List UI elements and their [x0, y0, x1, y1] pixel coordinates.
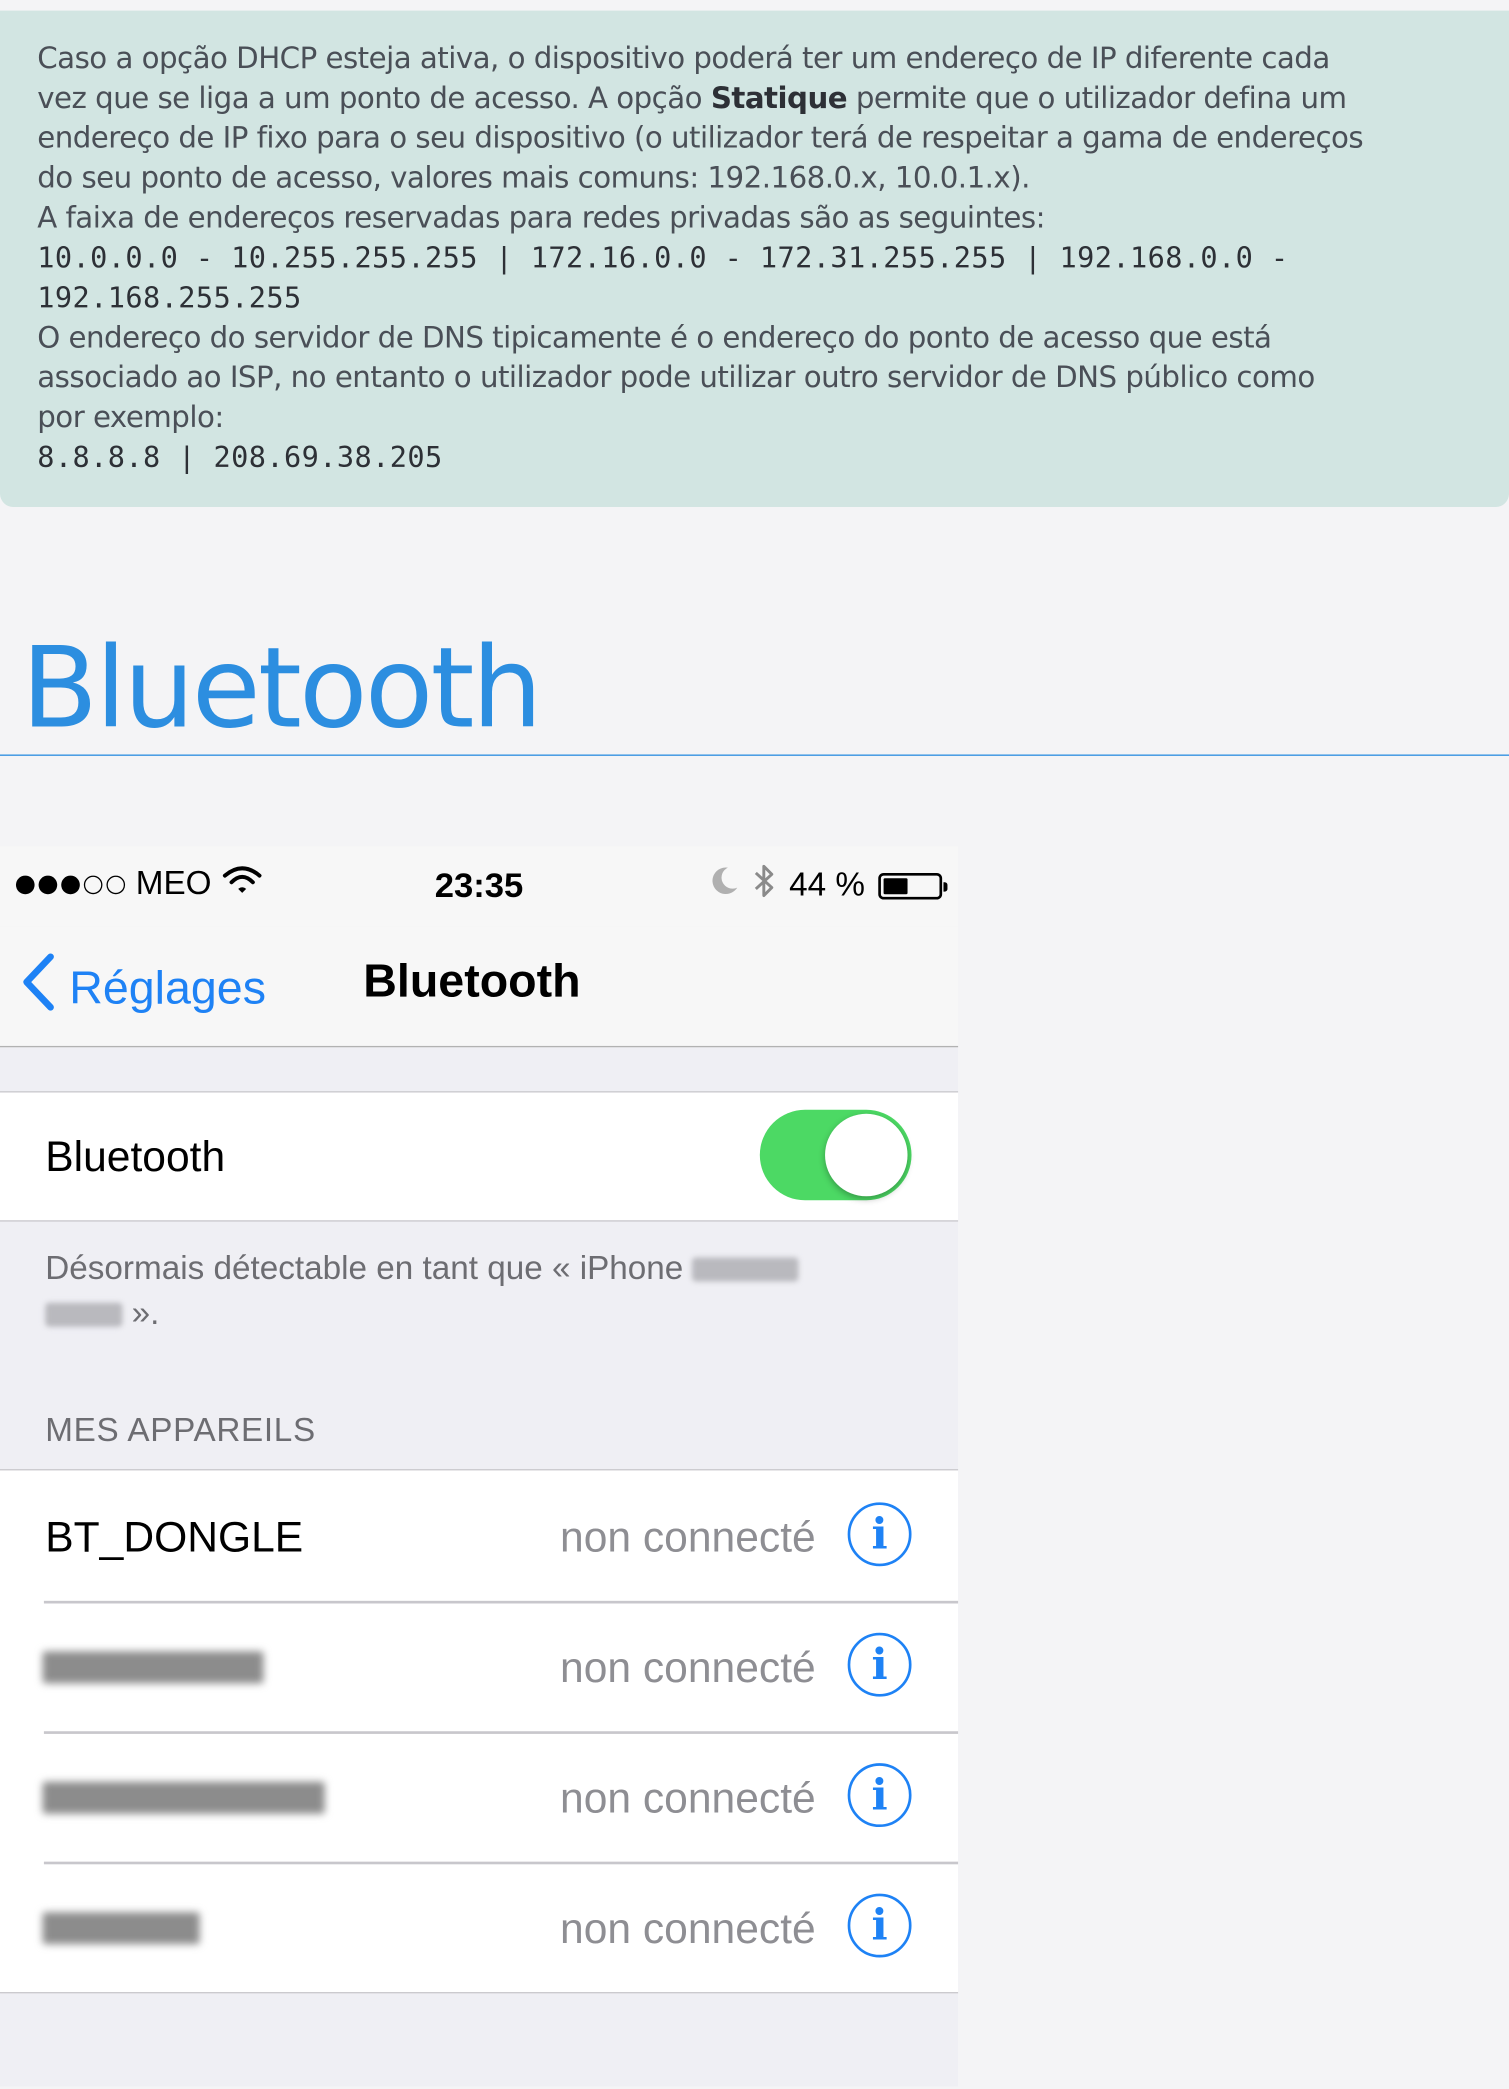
- bluetooth-toggle-label: Bluetooth: [45, 1132, 226, 1181]
- section-title: Bluetooth: [21, 622, 542, 754]
- toggle-knob: [825, 1113, 908, 1197]
- info-text: permite que o utilizador defina um: [847, 82, 1347, 116]
- ip-ranges: 10.0.0.0 - 10.255.255.255 | 172.16.0.0 -…: [37, 240, 1509, 280]
- info-icon[interactable]: i: [847, 1763, 912, 1828]
- ip-ranges-line: 192.168.255.255: [37, 282, 302, 316]
- ip-ranges: 192.168.255.255: [37, 279, 1509, 319]
- battery-percent: 44 %: [789, 866, 865, 904]
- redacted-device-name: [42, 1651, 264, 1684]
- info-icon[interactable]: i: [847, 1893, 912, 1958]
- redacted-device-name: [45, 1303, 123, 1328]
- device-status: non connecté: [560, 1513, 816, 1561]
- dns-servers-value: 8.8.8.8 | 208.69.38.205: [37, 441, 443, 476]
- status-bar: MEO 23:35 44 %: [0, 846, 959, 927]
- info-icon[interactable]: i: [847, 1632, 912, 1697]
- devices-list: BT_DONGLE non connecté i non connecté i …: [0, 1469, 959, 1994]
- info-text: vez que se liga a um ponto de acesso. A …: [37, 82, 711, 116]
- chevron-left-icon: [21, 953, 56, 1024]
- page: Caso a opção DHCP esteja ativa, o dispos…: [0, 0, 1509, 2087]
- phone-screenshot: MEO 23:35 44 % Réglages Bluetooth Blueto…: [0, 846, 959, 2087]
- status-right: 44 %: [709, 862, 948, 909]
- device-row[interactable]: BT_DONGLE non connecté i: [0, 1470, 958, 1600]
- bluetooth-toggle[interactable]: [759, 1109, 912, 1201]
- ip-ranges-line: 10.0.0.0 - 10.255.255.255 | 172.16.0.0 -…: [37, 242, 1289, 276]
- info-icon[interactable]: i: [847, 1502, 912, 1567]
- discoverable-note: Désormais détectable en tant que « iPhon…: [45, 1246, 910, 1336]
- discoverable-note-suffix: ».: [131, 1294, 160, 1333]
- bluetooth-toggle-group: Bluetooth: [0, 1091, 959, 1222]
- info-box: Caso a opção DHCP esteja ativa, o dispos…: [0, 10, 1509, 507]
- section-divider: [0, 754, 1509, 756]
- discoverable-note-text: Désormais détectable en tant que « iPhon…: [45, 1249, 684, 1287]
- info-text-line: A faixa de endereços reservadas para red…: [37, 202, 1045, 236]
- redacted-device-name: [42, 1781, 325, 1814]
- device-row[interactable]: non connecté i: [0, 1600, 959, 1731]
- redacted-device-name: [42, 1912, 200, 1945]
- info-text-line: associado ao ISP, no entanto o utilizado…: [37, 361, 1315, 396]
- nav-title: Bluetooth: [363, 955, 581, 1008]
- battery-level: [883, 877, 907, 894]
- nav-bar: Réglages Bluetooth: [0, 926, 959, 1048]
- statique-keyword: Statique: [710, 82, 848, 116]
- bluetooth-icon: [752, 862, 776, 909]
- device-name: BT_DONGLE: [45, 1513, 304, 1561]
- back-button-label: Réglages: [69, 961, 266, 1014]
- device-status: non connecté: [560, 1643, 816, 1692]
- info-text-line: por exemplo:: [37, 401, 224, 436]
- device-row[interactable]: non connecté i: [0, 1861, 959, 1992]
- battery-icon: [878, 872, 948, 899]
- devices-section-header: MES APPAREILS: [45, 1411, 316, 1450]
- device-row[interactable]: non connecté i: [0, 1731, 959, 1861]
- info-text-line: O endereço do servidor de DNS tipicament…: [37, 322, 1272, 356]
- moon-icon: [709, 865, 738, 906]
- redacted-device-name: [692, 1258, 800, 1282]
- info-text-line: do seu ponto de acesso, valores mais com…: [37, 162, 1030, 196]
- info-text-line: Caso a opção DHCP esteja ativa, o dispos…: [37, 42, 1330, 76]
- bluetooth-toggle-row: Bluetooth: [0, 1093, 958, 1221]
- back-button[interactable]: Réglages: [21, 953, 266, 1024]
- dns-servers: 8.8.8.8 | 208.69.38.205: [37, 439, 1509, 479]
- device-status: non connecté: [560, 1773, 816, 1822]
- device-status: non connecté: [560, 1904, 816, 1953]
- info-text-line: endereço de IP fixo para o seu dispositi…: [37, 122, 1364, 156]
- info-text-line: vez que se liga a um ponto de acesso. A …: [37, 80, 1509, 120]
